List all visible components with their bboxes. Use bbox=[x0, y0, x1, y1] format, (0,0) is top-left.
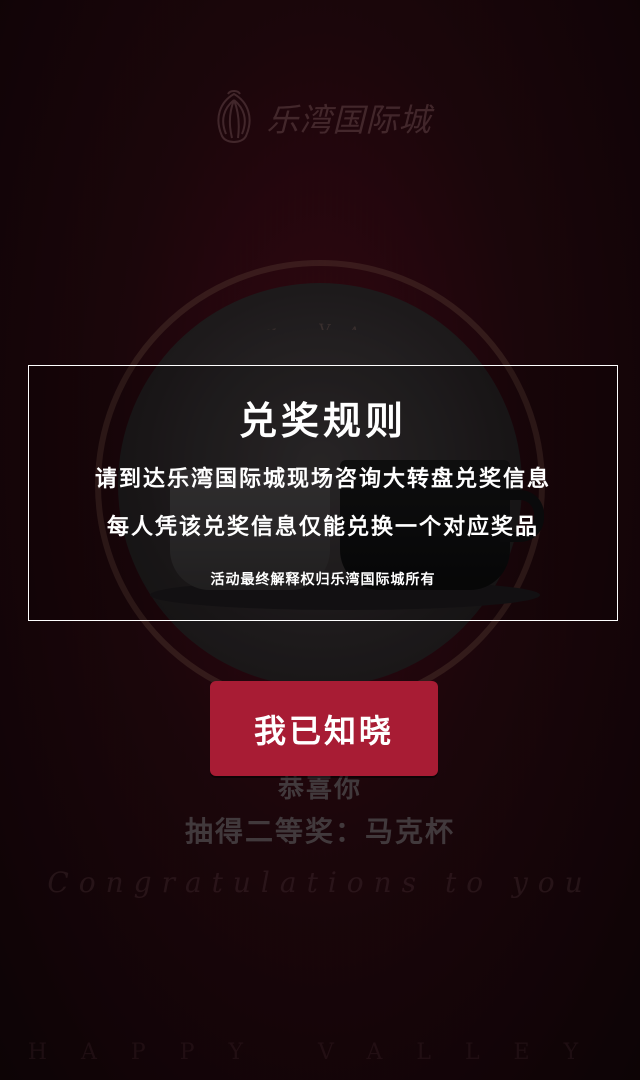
rules-line-1: 请到达乐湾国际城现场咨询大转盘兑奖信息 bbox=[94, 466, 551, 492]
acknowledge-button[interactable]: 我已知晓 bbox=[210, 681, 438, 776]
rules-note: 活动最终解释权归乐湾国际城所有 bbox=[210, 572, 436, 588]
prize-page: 乐湾国际城 HAPPY VALLEY 恭喜你 抽得二等奖：马克杯 Congrat… bbox=[0, 0, 640, 1080]
rules-title: 兑奖规则 bbox=[238, 398, 407, 443]
rules-modal: 兑奖规则 请到达乐湾国际城现场咨询大转盘兑奖信息 每人凭该兑奖信息仅能兑换一个对… bbox=[28, 365, 618, 621]
rules-line-2: 每人凭该兑奖信息仅能兑换一个对应奖品 bbox=[106, 514, 539, 540]
